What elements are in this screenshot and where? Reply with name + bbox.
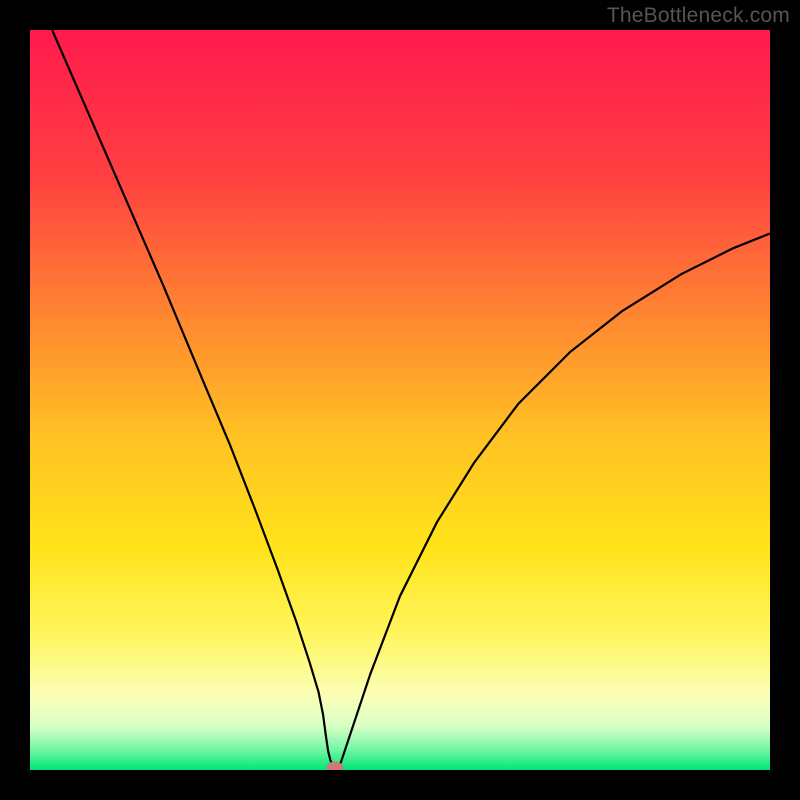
plot-area [30,30,770,770]
watermark-text: TheBottleneck.com [607,4,790,28]
gradient-background [30,30,770,770]
chart-frame: TheBottleneck.com [0,0,800,800]
bottleneck-chart [30,30,770,770]
